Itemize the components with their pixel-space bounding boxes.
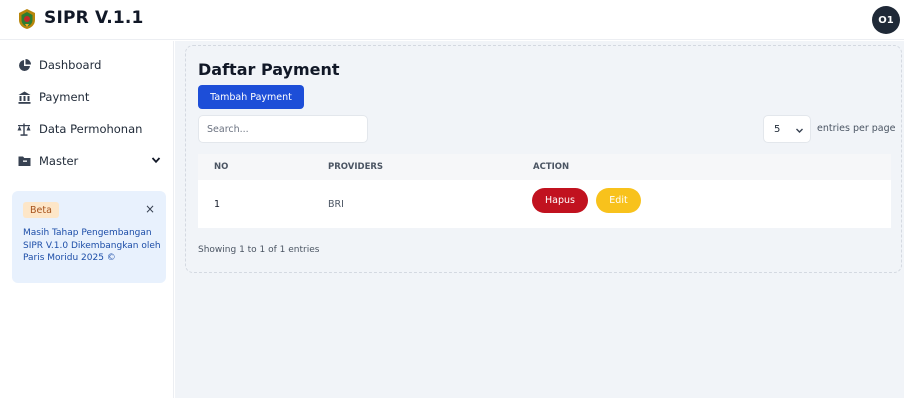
cell-provider: BRI <box>328 198 344 210</box>
beta-message: Masih Tahap Pengembangan SIPR V.1.0 Dike… <box>23 228 161 263</box>
sidebar: Dashboard Payment Data Permohonan Master… <box>0 41 174 398</box>
top-bar: SIPR V.1.1 O1 <box>0 0 904 40</box>
scale-icon <box>17 122 31 136</box>
beta-badge: Beta <box>23 202 59 218</box>
pie-chart-icon <box>17 58 31 72</box>
chevron-down-icon[interactable] <box>150 154 162 166</box>
entries-per-page-select[interactable]: 5 <box>763 115 811 143</box>
emblem-logo-icon[interactable] <box>16 8 38 30</box>
page-title: Daftar Payment <box>198 60 340 79</box>
bank-icon <box>17 90 31 104</box>
entries-label: entries per page <box>817 123 896 134</box>
table-header: NO PROVIDERS ACTION <box>198 154 891 180</box>
column-header-providers[interactable]: PROVIDERS <box>328 154 383 180</box>
sidebar-item-label: Payment <box>39 90 90 104</box>
close-icon[interactable]: × <box>144 202 156 216</box>
column-header-no[interactable]: NO <box>214 154 228 180</box>
add-payment-button[interactable]: Tambah Payment <box>198 85 304 109</box>
pagination-info: Showing 1 to 1 of 1 entries <box>198 245 320 255</box>
sidebar-item-label: Master <box>39 154 79 168</box>
sidebar-item-label: Dashboard <box>39 58 102 72</box>
sidebar-item-data-permohonan[interactable]: Data Permohonan <box>17 119 142 139</box>
delete-button[interactable]: Hapus <box>532 188 588 213</box>
column-header-action[interactable]: ACTION <box>533 154 569 180</box>
edit-button[interactable]: Edit <box>596 188 641 213</box>
chevron-down-icon <box>796 128 803 133</box>
cell-no: 1 <box>214 198 221 210</box>
beta-notice-card: Beta × Masih Tahap Pengembangan SIPR V.1… <box>12 191 166 283</box>
payment-panel: Daftar Payment Tambah Payment 5 entries … <box>185 45 902 273</box>
search-input[interactable] <box>198 115 368 143</box>
entries-value: 5 <box>774 123 781 135</box>
table-row: 1 BRI Hapus Edit <box>198 180 891 228</box>
sidebar-item-dashboard[interactable]: Dashboard <box>17 55 101 75</box>
user-avatar[interactable]: O1 <box>872 6 900 34</box>
sidebar-item-master[interactable]: Master <box>17 151 78 171</box>
main-content: Daftar Payment Tambah Payment 5 entries … <box>175 41 904 398</box>
app-title: SIPR V.1.1 <box>44 8 144 28</box>
folder-icon <box>17 154 31 168</box>
sidebar-item-label: Data Permohonan <box>39 122 143 136</box>
sidebar-item-payment[interactable]: Payment <box>17 87 89 107</box>
